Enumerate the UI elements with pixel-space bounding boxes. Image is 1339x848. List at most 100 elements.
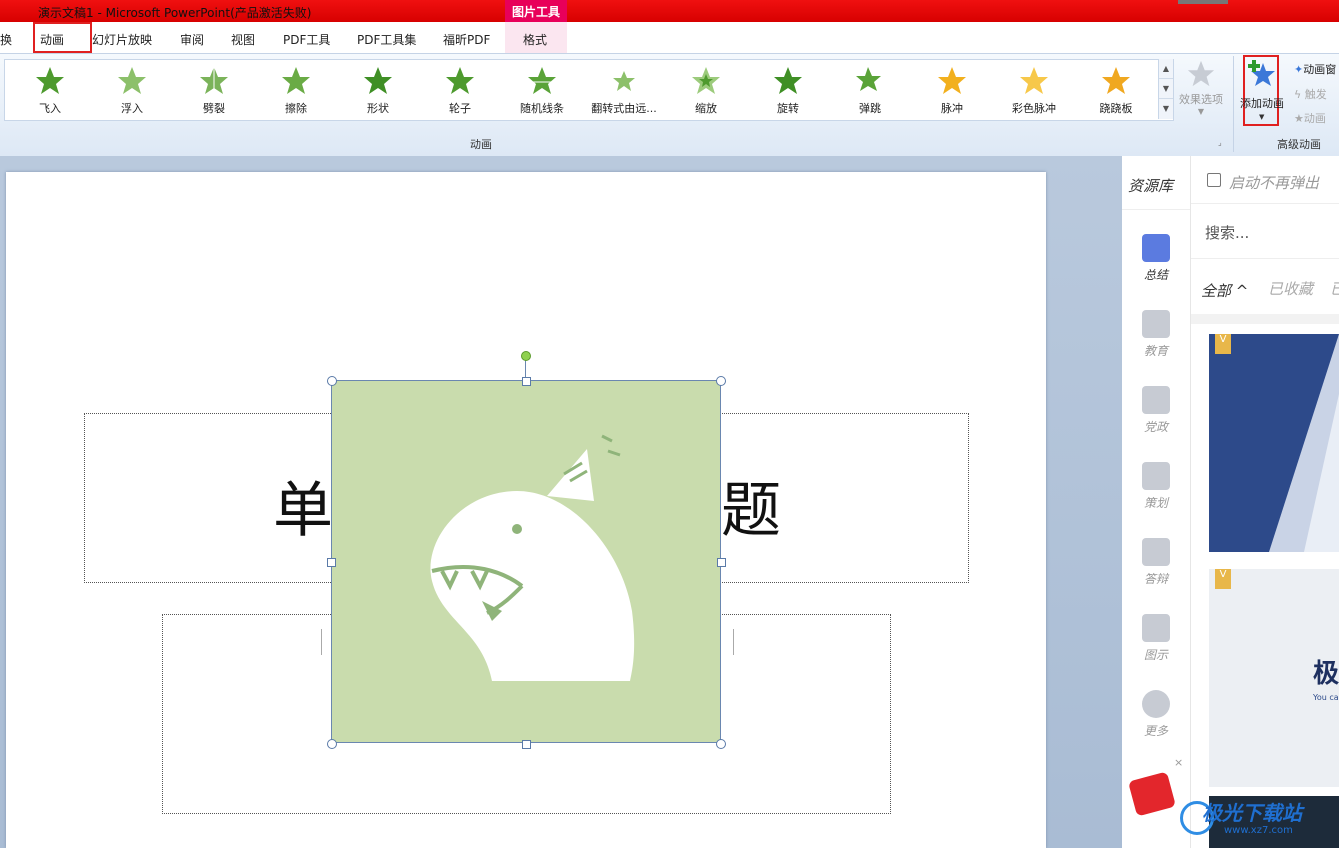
anim-spin[interactable]: 旋转	[747, 60, 829, 118]
filter-more[interactable]: 已	[1330, 278, 1339, 299]
no-popup-checkbox[interactable]	[1207, 173, 1221, 187]
selected-picture[interactable]	[331, 380, 721, 743]
anim-teeter[interactable]: 跷跷板	[1075, 60, 1157, 118]
tab-review[interactable]: 审阅	[180, 31, 204, 48]
anim-pulse[interactable]: 脉冲	[911, 60, 993, 118]
more-dots-icon	[1142, 690, 1170, 718]
template-thumbnail[interactable]: V 极 You ca	[1209, 569, 1339, 787]
tab-foxit-pdf[interactable]: 福昕PDF	[443, 31, 490, 48]
chevron-down-icon[interactable]: ▼	[1159, 79, 1173, 99]
resource-library-header: 资源库	[1128, 177, 1174, 195]
close-icon[interactable]: ×	[1174, 756, 1183, 769]
filter-all[interactable]: 全部 ^	[1201, 280, 1248, 301]
slide-title-right: 题	[721, 476, 781, 546]
animation-pane-icon: ✦	[1294, 63, 1304, 76]
search-input[interactable]: 搜索...	[1205, 222, 1249, 243]
star-icon	[200, 67, 228, 94]
resize-handle-nw[interactable]	[327, 376, 337, 386]
divider	[1191, 203, 1339, 204]
title-bar: 演示文稿1 - Microsoft PowerPoint(产品激活失败)	[0, 0, 1339, 22]
nav-summary[interactable]: 总结	[1122, 234, 1190, 283]
window-title: 演示文稿1 - Microsoft PowerPoint(产品激活失败)	[38, 6, 312, 20]
resize-handle-e[interactable]	[717, 558, 726, 567]
plan-icon	[1142, 462, 1170, 490]
resize-handle-s[interactable]	[522, 740, 531, 749]
animation-pane-button[interactable]: ✦动画窗	[1294, 61, 1336, 77]
nav-diagram[interactable]: 图示	[1122, 614, 1190, 663]
group-label-animation: 动画	[470, 138, 492, 151]
anim-bounce[interactable]: 弹跳	[829, 60, 911, 118]
anim-split[interactable]: 劈裂	[173, 60, 255, 118]
tab-pdf-toolset[interactable]: PDF工具集	[357, 31, 416, 48]
vip-badge: V	[1215, 334, 1231, 354]
star-icon	[856, 67, 881, 91]
divider	[1191, 258, 1339, 259]
anim-color-pulse[interactable]: 彩色脉冲	[993, 60, 1075, 118]
nav-defense[interactable]: 答辩	[1122, 538, 1190, 587]
anim-zoom[interactable]: 缩放	[665, 60, 747, 118]
resize-handle-sw[interactable]	[327, 739, 337, 749]
star-icon	[774, 67, 802, 94]
resource-nav: 资源库 总结 教育 党政 策划 答辩 图示 更多 ×	[1122, 156, 1191, 848]
resize-handle-w[interactable]	[327, 558, 336, 567]
resize-handle-ne[interactable]	[716, 376, 726, 386]
anim-random-bars[interactable]: 随机线条	[501, 60, 583, 118]
star-icon	[118, 67, 146, 94]
resize-handle-n[interactable]	[522, 377, 531, 386]
filter-favorites[interactable]: 已收藏	[1268, 278, 1313, 299]
dialog-launcher-icon[interactable]: ⌟	[1218, 138, 1222, 147]
red-envelope-icon[interactable]	[1128, 771, 1176, 817]
gallery-scroll[interactable]: ▲ ▼ ▼	[1158, 59, 1173, 119]
effect-options-button[interactable]: 效果选项 ▼	[1176, 58, 1226, 124]
document-check-icon	[1142, 234, 1170, 262]
ribbon: 飞入 浮入 劈裂 擦除 形状 轮子 随机线条 翻转式由远... 缩放 旋转 弹跳…	[0, 54, 1339, 157]
star-icon	[446, 67, 474, 94]
divider	[1191, 314, 1339, 324]
anim-shape[interactable]: 形状	[337, 60, 419, 118]
window-control[interactable]	[1178, 0, 1228, 4]
chevron-up-icon: ^	[1235, 282, 1249, 300]
anim-wipe[interactable]: 擦除	[255, 60, 337, 118]
star-icon	[1187, 60, 1215, 87]
star-icon	[364, 67, 392, 94]
template-graphic	[1269, 334, 1339, 552]
star-icon	[613, 71, 635, 91]
thumbnail-subtitle: You ca	[1313, 693, 1339, 702]
rotation-handle[interactable]	[521, 351, 531, 361]
presentation-icon	[1142, 538, 1170, 566]
slide-title-left: 单	[273, 476, 333, 546]
animation-painter-button[interactable]: ★动画	[1294, 110, 1326, 126]
dinosaur-illustration	[430, 434, 635, 681]
chevron-up-icon[interactable]: ▲	[1159, 59, 1173, 79]
star-icon	[282, 67, 310, 94]
add-animation-button[interactable]: 添加动画 ▼	[1240, 55, 1284, 126]
anim-grow-turn[interactable]: 翻转式由远...	[583, 60, 665, 118]
gallery-expand-icon[interactable]: ▼	[1159, 99, 1173, 118]
tab-slideshow[interactable]: 幻灯片放映	[92, 31, 152, 48]
star-icon	[1020, 67, 1048, 94]
nav-more[interactable]: 更多	[1122, 690, 1190, 739]
subtitle-text-fragment	[723, 629, 734, 655]
no-popup-label: 启动不再弹出	[1229, 174, 1320, 192]
tab-transition[interactable]: 换	[0, 31, 12, 48]
group-separator	[1233, 56, 1234, 152]
resize-handle-se[interactable]	[716, 739, 726, 749]
template-thumbnail[interactable]: V	[1209, 334, 1339, 552]
star-icon	[1102, 67, 1130, 94]
trigger-button[interactable]: ϟ 触发	[1294, 86, 1327, 102]
nav-planning[interactable]: 策划	[1122, 462, 1190, 511]
tab-animation[interactable]: 动画	[40, 31, 64, 48]
nav-education[interactable]: 教育	[1122, 310, 1190, 359]
anim-fly-in[interactable]: 飞入	[9, 60, 91, 118]
star-icon	[36, 67, 64, 94]
animation-gallery: 飞入 浮入 劈裂 擦除 形状 轮子 随机线条 翻转式由远... 缩放 旋转 弹跳…	[4, 59, 1174, 121]
tab-pdf-tools[interactable]: PDF工具	[283, 31, 330, 48]
book-icon	[1142, 310, 1170, 338]
vip-badge: V	[1215, 569, 1231, 589]
anim-wheel[interactable]: 轮子	[419, 60, 501, 118]
anim-float-in[interactable]: 浮入	[91, 60, 173, 118]
tab-view[interactable]: 视图	[231, 31, 255, 48]
nav-government[interactable]: 党政	[1122, 386, 1190, 435]
picture-tools-context-label: 图片工具	[505, 0, 567, 22]
tab-format[interactable]: 格式	[523, 31, 547, 48]
